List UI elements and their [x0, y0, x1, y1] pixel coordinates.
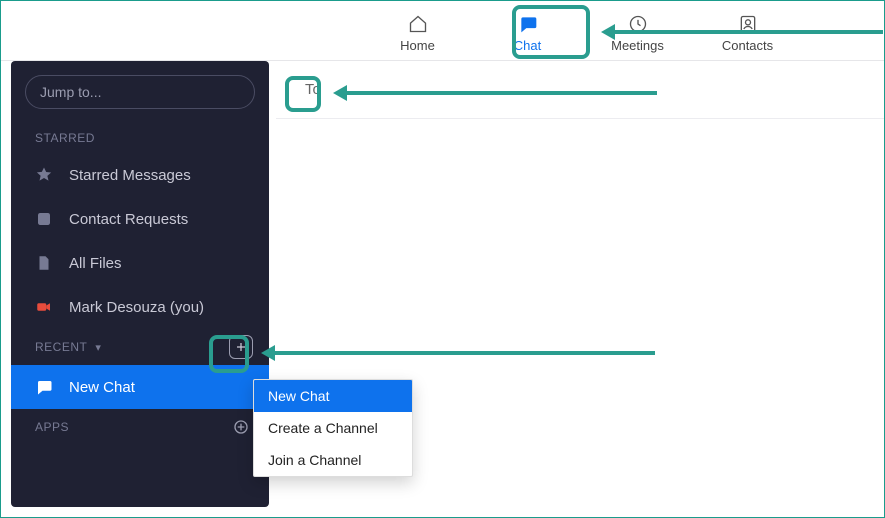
- nav-chat-label: Chat: [514, 38, 541, 53]
- contacts-icon: [738, 14, 758, 34]
- recent-add-button[interactable]: [229, 335, 253, 359]
- plus-circle-icon: [233, 419, 249, 435]
- ctx-item-label: Join a Channel: [268, 452, 361, 468]
- nav-chat[interactable]: Chat: [493, 8, 563, 53]
- sidebar-item-all-files[interactable]: All Files: [11, 241, 269, 285]
- sidebar-item-contact-requests[interactable]: Contact Requests: [11, 197, 269, 241]
- sidebar-item-self-user[interactable]: Mark Desouza (you): [11, 285, 269, 329]
- ctx-new-chat[interactable]: New Chat: [254, 380, 412, 412]
- home-icon: [408, 14, 428, 34]
- contact-icon: [35, 210, 53, 228]
- section-apps: APPS: [11, 409, 269, 445]
- section-starred: STARRED: [11, 123, 269, 153]
- jump-to-input[interactable]: Jump to...: [25, 75, 255, 109]
- chevron-down-icon: ▾: [95, 341, 101, 354]
- nav-home-label: Home: [400, 38, 435, 53]
- sidebar-item-new-chat[interactable]: New Chat: [11, 365, 269, 409]
- sidebar-item-starred-messages[interactable]: Starred Messages: [11, 153, 269, 197]
- sidebar-item-label: Contact Requests: [69, 211, 188, 228]
- file-icon: [35, 254, 53, 272]
- apps-add-button[interactable]: [229, 415, 253, 439]
- ctx-item-label: New Chat: [268, 388, 329, 404]
- section-starred-label: STARRED: [35, 131, 95, 145]
- app-window: Home Chat Meetings Contacts Jump to... S…: [0, 0, 885, 518]
- nav-home[interactable]: Home: [383, 8, 453, 53]
- clock-icon: [628, 14, 648, 34]
- section-recent: RECENT ▾: [11, 329, 269, 365]
- sidebar: Jump to... STARRED Starred Messages Cont…: [11, 61, 269, 507]
- ctx-join-channel[interactable]: Join a Channel: [254, 444, 412, 476]
- compose-to-label: To: [298, 74, 328, 105]
- recent-context-menu: New Chat Create a Channel Join a Channel: [253, 379, 413, 477]
- section-apps-label: APPS: [35, 420, 69, 434]
- sidebar-item-label: Starred Messages: [69, 167, 191, 184]
- nav-contacts[interactable]: Contacts: [713, 8, 783, 53]
- sidebar-item-label: New Chat: [69, 379, 135, 396]
- jump-to-placeholder: Jump to...: [40, 84, 101, 100]
- camera-icon: [35, 298, 53, 316]
- ctx-item-label: Create a Channel: [268, 420, 378, 436]
- top-nav: Home Chat Meetings Contacts: [1, 1, 884, 61]
- plus-icon: [235, 341, 247, 353]
- ctx-create-channel[interactable]: Create a Channel: [254, 412, 412, 444]
- chat-bubble-icon: [35, 378, 53, 396]
- nav-meetings[interactable]: Meetings: [603, 8, 673, 53]
- nav-contacts-label: Contacts: [722, 38, 773, 53]
- sidebar-item-label: Mark Desouza (you): [69, 299, 204, 316]
- nav-meetings-label: Meetings: [611, 38, 664, 53]
- chat-icon: [518, 14, 538, 34]
- section-recent-label: RECENT: [35, 340, 87, 354]
- compose-to-bar: To: [276, 61, 884, 119]
- star-icon: [35, 166, 53, 184]
- sidebar-item-label: All Files: [69, 255, 122, 272]
